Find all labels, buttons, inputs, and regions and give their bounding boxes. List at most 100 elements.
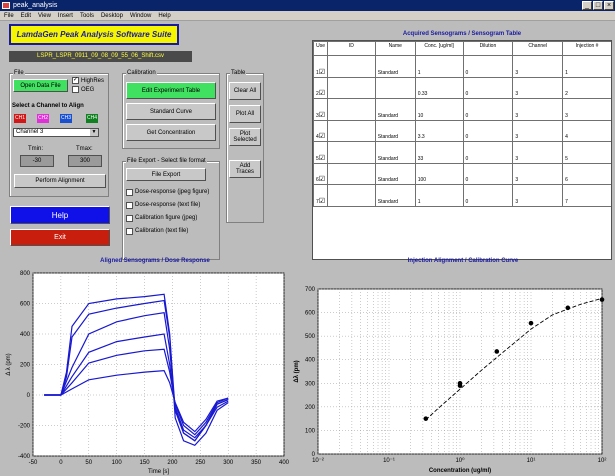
exit-button[interactable]: Exit xyxy=(10,229,110,246)
ch1-button[interactable]: CH1 xyxy=(14,114,26,123)
table-cell[interactable]: Standard xyxy=(374,98,416,121)
perform-alignment-button[interactable]: Perform Alignment xyxy=(14,174,106,188)
table-cell[interactable]: 0 xyxy=(462,76,514,99)
menu-help[interactable]: Help xyxy=(158,11,170,21)
table-cell[interactable]: Standard xyxy=(374,141,416,164)
table-cell[interactable] xyxy=(327,55,376,78)
table-cell[interactable]: 33 xyxy=(414,141,464,164)
table-cell[interactable] xyxy=(327,184,376,207)
table-row[interactable]: 7☑ Standard 1 0 3 7 xyxy=(313,184,611,207)
table-cell[interactable]: 0.33 xyxy=(414,76,464,99)
table-cell[interactable]: 2 xyxy=(562,76,611,99)
table-cell[interactable]: 0 xyxy=(462,184,514,207)
menu-desktop[interactable]: Desktop xyxy=(101,11,123,21)
tmax-field[interactable]: 300 xyxy=(68,155,102,167)
use-checkbox[interactable]: ☑ xyxy=(319,69,325,76)
table-cell[interactable]: 3 xyxy=(512,162,564,185)
sensogram-table[interactable]: Use ID Name Conc. [ug/ml] Dilution Channel Inj… xyxy=(312,40,612,260)
table-cell[interactable]: Standard xyxy=(374,162,416,185)
table-cell[interactable]: 10 xyxy=(414,98,464,121)
table-cell[interactable]: Standard xyxy=(374,119,416,142)
export-option-checkbox[interactable] xyxy=(126,215,133,222)
minimize-icon[interactable]: _ xyxy=(582,1,592,10)
channel-select[interactable]: Channel 3 ▼ xyxy=(13,128,99,137)
maximize-icon[interactable]: □ xyxy=(593,1,603,10)
use-checkbox[interactable]: ☑ xyxy=(319,133,325,140)
table-cell[interactable] xyxy=(327,98,376,121)
tmin-field[interactable]: -30 xyxy=(20,155,54,167)
get-concentration-button[interactable]: Get Concentration xyxy=(126,124,216,141)
table-cell[interactable]: 0 xyxy=(462,162,514,185)
table-cell[interactable]: 7 xyxy=(562,184,611,207)
export-option-checkbox[interactable] xyxy=(126,202,133,209)
table-cell[interactable]: 0 xyxy=(462,141,514,164)
table-cell[interactable]: 0 xyxy=(462,98,514,121)
table-cell[interactable]: 3 xyxy=(512,141,564,164)
table-cell[interactable] xyxy=(327,162,376,185)
use-checkbox[interactable]: ☑ xyxy=(319,112,325,119)
use-checkbox-cell[interactable]: 7☑ xyxy=(313,184,329,207)
table-cell[interactable]: Standard xyxy=(374,184,416,207)
table-row[interactable]: 6☑ Standard 100 0 3 6 xyxy=(313,162,611,185)
close-icon[interactable]: × xyxy=(604,1,614,10)
table-cell[interactable]: 1 xyxy=(414,184,464,207)
menu-edit[interactable]: Edit xyxy=(21,11,31,21)
table-row[interactable]: 3☑ Standard 10 0 3 3 xyxy=(313,98,611,121)
add-traces-button[interactable]: Add Traces xyxy=(229,160,261,178)
menu-file[interactable]: File xyxy=(4,11,14,21)
ch2-button[interactable]: CH2 xyxy=(37,114,49,123)
table-cell[interactable] xyxy=(327,141,376,164)
use-checkbox-cell[interactable]: 3☑ xyxy=(313,98,329,121)
use-checkbox-cell[interactable]: 4☑ xyxy=(313,119,329,142)
table-cell[interactable]: 3 xyxy=(512,184,564,207)
table-cell[interactable]: 100 xyxy=(414,162,464,185)
table-cell[interactable] xyxy=(374,76,416,99)
table-cell[interactable]: 0 xyxy=(462,55,514,78)
use-checkbox-cell[interactable]: 2☑ xyxy=(313,76,329,99)
export-option-checkbox[interactable] xyxy=(126,228,133,235)
table-cell[interactable] xyxy=(327,119,376,142)
table-row[interactable]: 2☑ 0.33 0 3 2 xyxy=(313,76,611,99)
export-option-checkbox[interactable] xyxy=(126,189,133,196)
table-cell[interactable]: 5 xyxy=(562,141,611,164)
use-checkbox[interactable]: ☑ xyxy=(319,198,325,205)
ch4-button[interactable]: CH4 xyxy=(86,114,98,123)
file-export-button[interactable]: File Export xyxy=(126,168,206,181)
table-cell[interactable]: 1 xyxy=(414,55,464,78)
use-checkbox[interactable]: ☑ xyxy=(319,176,325,183)
standard-curve-button[interactable]: Standard Curve xyxy=(126,103,216,120)
table-cell[interactable]: 6 xyxy=(562,162,611,185)
table-cell[interactable]: 4 xyxy=(562,119,611,142)
table-cell[interactable]: Standard xyxy=(374,55,416,78)
menu-tools[interactable]: Tools xyxy=(80,11,94,21)
table-cell[interactable]: 3 xyxy=(512,98,564,121)
open-data-file-button[interactable]: Open Data File xyxy=(13,79,68,92)
table-cell[interactable]: 3 xyxy=(512,119,564,142)
menu-window[interactable]: Window xyxy=(130,11,151,21)
plot-all-button[interactable]: Plot All xyxy=(229,105,261,123)
clear-all-button[interactable]: Clear All xyxy=(229,82,261,100)
use-checkbox[interactable]: ☑ xyxy=(319,90,325,97)
highres-checkbox[interactable]: ✓ xyxy=(72,77,79,84)
chevron-down-icon[interactable]: ▼ xyxy=(90,129,98,136)
table-cell[interactable] xyxy=(327,76,376,99)
help-button[interactable]: Help xyxy=(10,206,110,224)
table-row[interactable]: 5☑ Standard 33 0 3 5 xyxy=(313,141,611,164)
use-checkbox[interactable]: ☑ xyxy=(319,155,325,162)
edit-experiment-table-button[interactable]: Edit Experiment Table xyxy=(126,82,216,99)
table-cell[interactable]: 3 xyxy=(512,76,564,99)
ch3-button[interactable]: CH3 xyxy=(60,114,72,123)
table-cell[interactable]: 3 xyxy=(562,98,611,121)
table-cell[interactable]: 0 xyxy=(462,119,514,142)
plot-selected-button[interactable]: Plot Selected xyxy=(229,128,261,146)
table-row[interactable]: 4☑ Standard 3.3 0 3 4 xyxy=(313,119,611,142)
menu-view[interactable]: View xyxy=(38,11,51,21)
use-checkbox-cell[interactable]: 6☑ xyxy=(313,162,329,185)
table-cell[interactable]: 3 xyxy=(512,55,564,78)
table-row[interactable]: 1☑ Standard 1 0 3 1 xyxy=(313,55,611,78)
use-checkbox-cell[interactable]: 1☑ xyxy=(313,55,329,78)
table-cell[interactable]: 1 xyxy=(562,55,611,78)
oeg-checkbox[interactable] xyxy=(72,86,79,93)
menu-insert[interactable]: Insert xyxy=(58,11,73,21)
table-cell[interactable]: 3.3 xyxy=(414,119,464,142)
